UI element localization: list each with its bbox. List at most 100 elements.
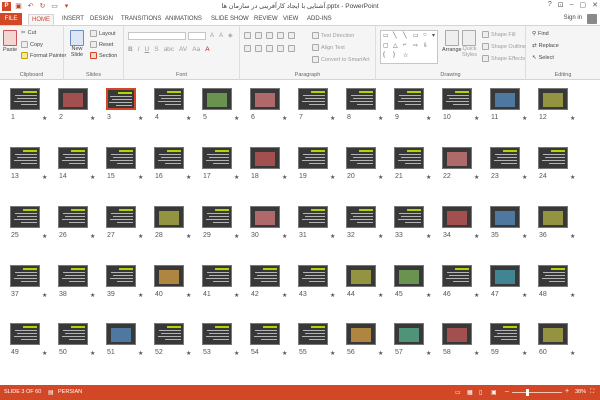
font-color-icon[interactable]: A xyxy=(205,46,209,53)
transition-star-icon[interactable]: ★ xyxy=(234,350,239,357)
slide-thumbnail[interactable] xyxy=(538,265,568,287)
quick-styles-button[interactable]: Quick Styles xyxy=(462,30,477,58)
corner-shape-icon[interactable]: ⌐ xyxy=(403,42,407,48)
tab-insert[interactable]: INSERT xyxy=(59,14,87,25)
replace-button[interactable]: ⇄ Replace xyxy=(532,43,559,49)
zoom-slider[interactable] xyxy=(512,392,562,393)
strikethrough-icon[interactable]: S xyxy=(154,46,158,53)
avatar[interactable] xyxy=(587,14,597,24)
underline-icon[interactable]: U xyxy=(145,46,150,53)
slide-thumbnail[interactable] xyxy=(154,206,184,228)
increase-font-icon[interactable]: A xyxy=(210,33,214,39)
transition-star-icon[interactable]: ★ xyxy=(570,174,575,181)
slide-thumbnail[interactable] xyxy=(490,88,520,110)
tab-review[interactable]: REVIEW xyxy=(251,14,281,25)
minimize-button[interactable]: – xyxy=(570,1,574,9)
transition-star-icon[interactable]: ★ xyxy=(186,233,191,240)
transition-star-icon[interactable]: ★ xyxy=(186,350,191,357)
slide-thumbnail[interactable] xyxy=(202,206,232,228)
slide-thumbnail[interactable] xyxy=(394,206,424,228)
transition-star-icon[interactable]: ★ xyxy=(138,233,143,240)
transition-star-icon[interactable]: ★ xyxy=(330,292,335,299)
char-spacing-icon[interactable]: AV xyxy=(179,46,187,53)
transition-star-icon[interactable]: ★ xyxy=(234,292,239,299)
slide-thumbnail[interactable] xyxy=(10,206,40,228)
transition-star-icon[interactable]: ★ xyxy=(378,115,383,122)
shape-effects-button[interactable]: Shape Effects xyxy=(482,55,525,62)
transition-star-icon[interactable]: ★ xyxy=(522,174,527,181)
slide-thumbnail[interactable] xyxy=(202,265,232,287)
slide-thumbnail[interactable] xyxy=(58,147,88,169)
transition-star-icon[interactable]: ★ xyxy=(378,350,383,357)
transition-star-icon[interactable]: ★ xyxy=(234,115,239,122)
slide-thumbnail[interactable] xyxy=(442,147,472,169)
zoom-slider-handle[interactable] xyxy=(526,389,529,396)
slide-thumbnail[interactable] xyxy=(10,147,40,169)
change-case-icon[interactable]: Aa xyxy=(192,46,200,53)
tab-transitions[interactable]: TRANSITIONS xyxy=(118,14,164,25)
tab-view[interactable]: VIEW xyxy=(280,14,301,25)
slide-thumbnail[interactable] xyxy=(202,88,232,110)
transition-star-icon[interactable]: ★ xyxy=(570,115,575,122)
slide-thumbnail[interactable] xyxy=(250,88,280,110)
slide-sorter-view-icon[interactable]: ▦ xyxy=(467,389,473,396)
transition-star-icon[interactable]: ★ xyxy=(378,292,383,299)
slide-thumbnail[interactable] xyxy=(394,88,424,110)
maximize-button[interactable]: ▢ xyxy=(580,1,587,9)
slide-thumbnail[interactable] xyxy=(298,323,328,345)
transition-star-icon[interactable]: ★ xyxy=(282,174,287,181)
transition-star-icon[interactable]: ★ xyxy=(138,292,143,299)
slide-thumbnail[interactable] xyxy=(346,265,376,287)
slide-thumbnail[interactable] xyxy=(490,147,520,169)
slide-thumbnail[interactable] xyxy=(250,206,280,228)
slide-thumbnail[interactable] xyxy=(10,265,40,287)
slide-thumbnail[interactable] xyxy=(298,206,328,228)
transition-star-icon[interactable]: ★ xyxy=(378,233,383,240)
slide-thumbnail[interactable] xyxy=(298,88,328,110)
zoom-level[interactable]: 38% xyxy=(575,389,586,395)
find-button[interactable]: ⚲ Find xyxy=(532,31,549,37)
transition-star-icon[interactable]: ★ xyxy=(138,350,143,357)
slide-thumbnail[interactable] xyxy=(106,147,136,169)
slide-thumbnail[interactable] xyxy=(250,147,280,169)
slide-thumbnail[interactable] xyxy=(58,323,88,345)
bullets-icon[interactable] xyxy=(244,32,251,39)
slide-thumbnail[interactable] xyxy=(298,147,328,169)
decrease-indent-icon[interactable] xyxy=(266,32,273,39)
slide-thumbnail[interactable] xyxy=(490,265,520,287)
arrange-button[interactable]: Arrange xyxy=(442,30,462,53)
shapes-gallery[interactable]: ▭ ╲ ╲ ▭ ○ ▢ △ ⌐ ⇨ ⇩ { } ☆ ▾ xyxy=(380,30,438,64)
triangle-shape-icon[interactable]: △ xyxy=(393,42,398,49)
slide-thumbnail[interactable] xyxy=(394,147,424,169)
close-button[interactable]: ✕ xyxy=(592,1,598,9)
transition-star-icon[interactable]: ★ xyxy=(42,174,47,181)
transition-star-icon[interactable]: ★ xyxy=(186,115,191,122)
numbering-icon[interactable] xyxy=(255,32,262,39)
line-spacing-icon[interactable] xyxy=(288,32,295,39)
text-direction-button[interactable]: Text Direction xyxy=(312,32,354,39)
gallery-more-icon[interactable]: ▾ xyxy=(432,32,435,39)
transition-star-icon[interactable]: ★ xyxy=(234,233,239,240)
transition-star-icon[interactable]: ★ xyxy=(522,115,527,122)
copy-button[interactable]: Copy xyxy=(21,41,43,48)
section-button[interactable]: Section xyxy=(90,52,117,59)
transition-star-icon[interactable]: ★ xyxy=(330,174,335,181)
slide-thumbnail[interactable] xyxy=(538,88,568,110)
transition-star-icon[interactable]: ★ xyxy=(90,174,95,181)
transition-star-icon[interactable]: ★ xyxy=(522,350,527,357)
star-shape-icon[interactable]: ☆ xyxy=(403,52,408,59)
slide-thumbnail[interactable] xyxy=(154,147,184,169)
slide-thumbnail[interactable] xyxy=(58,206,88,228)
rect-shape-icon[interactable]: ▢ xyxy=(383,42,389,49)
normal-view-icon[interactable]: ▭ xyxy=(455,389,461,396)
slide-thumbnail[interactable] xyxy=(202,147,232,169)
slide-thumbnail[interactable] xyxy=(106,206,136,228)
shape-fill-button[interactable]: Shape Fill xyxy=(482,31,515,38)
transition-star-icon[interactable]: ★ xyxy=(522,292,527,299)
fit-to-window-icon[interactable]: ⛶ xyxy=(590,389,594,396)
rectangle-shape-icon[interactable]: ▭ xyxy=(413,32,419,39)
transition-star-icon[interactable]: ★ xyxy=(90,350,95,357)
transition-star-icon[interactable]: ★ xyxy=(426,115,431,122)
tab-slide-show[interactable]: SLIDE SHOW xyxy=(208,14,252,25)
slide-thumbnail[interactable] xyxy=(154,265,184,287)
